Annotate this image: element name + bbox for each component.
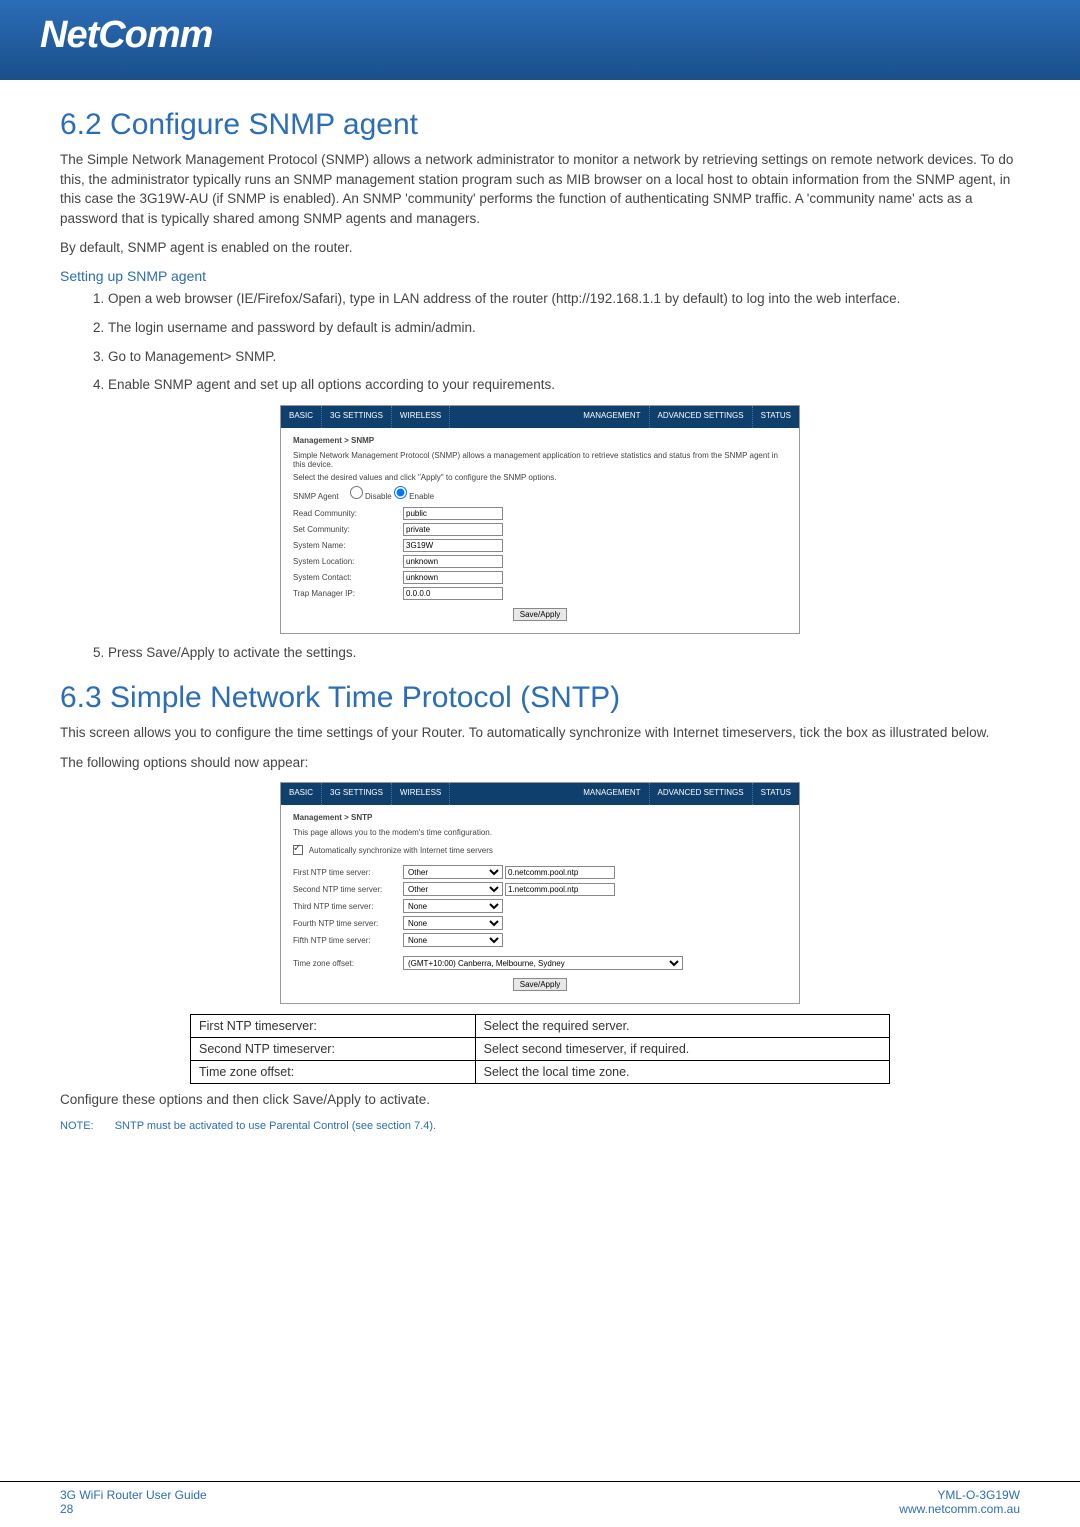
snmp-screenshot: BASIC 3G SETTINGS WIRELESS MANAGEMENT AD… xyxy=(280,405,800,634)
ntp3-label: Third NTP time server: xyxy=(293,902,403,911)
snmp-agent-label: SNMP Agent xyxy=(293,492,339,501)
sntp-options-table: First NTP timeserver:Select the required… xyxy=(190,1014,890,1084)
table-row: First NTP timeserver:Select the required… xyxy=(191,1015,890,1038)
sntp-tab-status[interactable]: STATUS xyxy=(753,783,799,805)
snmp-step-2: The login username and password by defau… xyxy=(108,319,1020,338)
ntp4-label: Fourth NTP time server: xyxy=(293,919,403,928)
ntp3-select[interactable]: None xyxy=(403,899,503,913)
tab-advanced[interactable]: ADVANCED SETTINGS xyxy=(650,406,753,428)
table-row: Second NTP timeserver:Select second time… xyxy=(191,1038,890,1061)
section-6-3-p2: The following options should now appear: xyxy=(60,753,1020,773)
sntp-tab-basic[interactable]: BASIC xyxy=(281,783,322,805)
opt-tz-desc: Select the local time zone. xyxy=(475,1061,889,1084)
snmp-steps-list: Open a web browser (IE/Firefox/Safari), … xyxy=(108,290,1020,396)
opt-first-ntp-label: First NTP timeserver: xyxy=(191,1015,476,1038)
footer-page-number: 28 xyxy=(60,1502,207,1516)
tz-label: Time zone offset: xyxy=(293,959,403,968)
sntp-tab-management[interactable]: MANAGEMENT xyxy=(575,783,649,805)
table-row: Time zone offset:Select the local time z… xyxy=(191,1061,890,1084)
header-band: NetComm xyxy=(0,0,1080,80)
snmp-disable-label: Disable xyxy=(365,492,392,501)
trap-manager-ip-input[interactable] xyxy=(403,587,503,600)
section-6-2-heading: 6.2 Configure SNMP agent xyxy=(60,108,1020,142)
sntp-breadcrumb: Management > SNTP xyxy=(293,813,787,822)
ntp1-label: First NTP time server: xyxy=(293,868,403,877)
note-text: SNTP must be activated to use Parental C… xyxy=(115,1120,436,1132)
footer-model: YML-O-3G19W xyxy=(899,1488,1020,1502)
tab-wireless[interactable]: WIRELESS xyxy=(392,406,450,428)
section-6-2-p1: The Simple Network Management Protocol (… xyxy=(60,150,1020,228)
system-name-label: System Name: xyxy=(293,541,403,550)
footer-url: www.netcomm.com.au xyxy=(899,1502,1020,1516)
snmp-breadcrumb: Management > SNMP xyxy=(293,436,787,445)
read-community-input[interactable] xyxy=(403,507,503,520)
ntp4-select[interactable]: None xyxy=(403,916,503,930)
snmp-step-1: Open a web browser (IE/Firefox/Safari), … xyxy=(108,290,1020,309)
sntp-tab-3g-settings[interactable]: 3G SETTINGS xyxy=(322,783,392,805)
ntp5-select[interactable]: None xyxy=(403,933,503,947)
ntp5-label: Fifth NTP time server: xyxy=(293,936,403,945)
sntp-screenshot: BASIC 3G SETTINGS WIRELESS MANAGEMENT AD… xyxy=(280,782,800,1004)
sntp-desc: This page allows you to the modem's time… xyxy=(293,828,787,837)
sntp-tab-wireless[interactable]: WIRELESS xyxy=(392,783,450,805)
tab-basic[interactable]: BASIC xyxy=(281,406,322,428)
snmp-step-4: Enable SNMP agent and set up all options… xyxy=(108,376,1020,395)
opt-tz-label: Time zone offset: xyxy=(191,1061,476,1084)
sntp-note: NOTE: SNTP must be activated to use Pare… xyxy=(60,1120,1020,1132)
system-contact-label: System Contact: xyxy=(293,573,403,582)
snmp-disable-radio[interactable] xyxy=(350,486,363,499)
ntp2-input[interactable] xyxy=(505,883,615,896)
tab-3g-settings[interactable]: 3G SETTINGS xyxy=(322,406,392,428)
page-content: 6.2 Configure SNMP agent The Simple Netw… xyxy=(0,80,1080,1132)
snmp-enable-radio[interactable] xyxy=(394,486,407,499)
set-community-input[interactable] xyxy=(403,523,503,536)
tab-management[interactable]: MANAGEMENT xyxy=(575,406,649,428)
opt-second-ntp-desc: Select second timeserver, if required. xyxy=(475,1038,889,1061)
snmp-tabs: BASIC 3G SETTINGS WIRELESS MANAGEMENT AD… xyxy=(281,406,799,428)
footer-guide-title: 3G WiFi Router User Guide xyxy=(60,1488,207,1502)
autosync-checkbox[interactable] xyxy=(293,845,303,855)
sntp-tabs: BASIC 3G SETTINGS WIRELESS MANAGEMENT AD… xyxy=(281,783,799,805)
snmp-step-3: Go to Management> SNMP. xyxy=(108,348,1020,367)
system-contact-input[interactable] xyxy=(403,571,503,584)
ntp2-select[interactable]: Other xyxy=(403,882,503,896)
opt-first-ntp-desc: Select the required server. xyxy=(475,1015,889,1038)
tz-select[interactable]: (GMT+10:00) Canberra, Melbourne, Sydney xyxy=(403,956,683,970)
tab-status[interactable]: STATUS xyxy=(753,406,799,428)
note-label: NOTE: xyxy=(60,1120,94,1132)
autosync-label: Automatically synchronize with Internet … xyxy=(309,846,493,855)
system-name-input[interactable] xyxy=(403,539,503,552)
snmp-save-apply-button[interactable]: Save/Apply xyxy=(513,608,567,621)
section-6-3-heading: 6.3 Simple Network Time Protocol (SNTP) xyxy=(60,681,1020,715)
snmp-enable-label: Enable xyxy=(409,492,434,501)
opt-second-ntp-label: Second NTP timeserver: xyxy=(191,1038,476,1061)
section-6-3-p1: This screen allows you to configure the … xyxy=(60,723,1020,743)
brand-logo: NetComm xyxy=(40,14,1040,57)
trap-manager-ip-label: Trap Manager IP: xyxy=(293,589,403,598)
snmp-desc: Simple Network Management Protocol (SNMP… xyxy=(293,451,787,469)
setting-up-snmp-heading: Setting up SNMP agent xyxy=(60,268,1020,284)
read-community-label: Read Community: xyxy=(293,509,403,518)
snmp-step-5: Press Save/Apply to activate the setting… xyxy=(108,644,1020,663)
ntp1-select[interactable]: Other xyxy=(403,865,503,879)
sntp-save-apply-button[interactable]: Save/Apply xyxy=(513,978,567,991)
snmp-desc2: Select the desired values and click "App… xyxy=(293,473,787,482)
ntp1-input[interactable] xyxy=(505,866,615,879)
page-footer: 3G WiFi Router User Guide 28 YML-O-3G19W… xyxy=(0,1481,1080,1527)
ntp2-label: Second NTP time server: xyxy=(293,885,403,894)
section-6-3-after: Configure these options and then click S… xyxy=(60,1090,1020,1110)
snmp-steps-list-2: Press Save/Apply to activate the setting… xyxy=(108,644,1020,663)
system-location-input[interactable] xyxy=(403,555,503,568)
set-community-label: Set Community: xyxy=(293,525,403,534)
section-6-2-p2: By default, SNMP agent is enabled on the… xyxy=(60,238,1020,258)
sntp-tab-advanced[interactable]: ADVANCED SETTINGS xyxy=(650,783,753,805)
system-location-label: System Location: xyxy=(293,557,403,566)
